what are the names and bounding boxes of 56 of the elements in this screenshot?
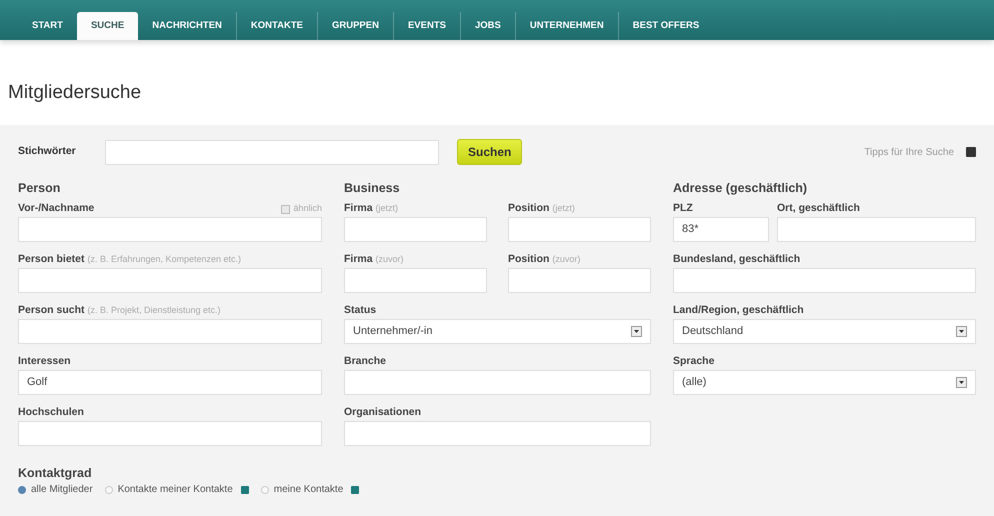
field-label: Person bietet (z. B. Erfahrungen, Kompetenzen etc.) [18,252,242,267]
nav-tab[interactable]: NACHRICHTEN [138,12,236,40]
field-label: Interessen [18,354,71,369]
section-heading: Person [18,180,62,197]
dropdown-field[interactable]: Unternehmer/-in [344,319,651,344]
section-heading: Kontaktgrad [18,465,93,482]
input-field[interactable] [18,217,322,242]
info-icon[interactable] [351,486,360,494]
radio-option[interactable]: Kontakte meiner Kontakte [104,482,249,497]
input-field[interactable] [344,421,651,446]
input-field[interactable]: 83* [673,217,769,242]
nav-tab[interactable]: START [18,12,77,40]
field-label: Sprache [673,354,714,369]
field-label: Position (jetzt) [508,201,575,216]
nav-tab[interactable]: EVENTS [392,12,460,40]
input-field[interactable] [508,268,651,293]
search-button[interactable]: Suchen [457,139,522,165]
input-field[interactable] [18,421,322,446]
field-label: Organisationen [344,405,422,420]
input-field[interactable] [777,217,976,242]
keyword-field[interactable] [105,140,439,164]
section-heading: Adresse (geschäftlich) [673,180,808,197]
input-field[interactable]: Golf [18,370,322,395]
section-heading: Business [344,180,401,197]
field-label: Bundesland, geschäftlich [673,252,800,267]
info-icon[interactable] [240,486,249,494]
input-field[interactable] [344,268,487,293]
nav-tab[interactable]: KONTAKTE [236,12,317,40]
nav-tab[interactable]: SUCHE [76,12,138,40]
field-label: Firma (zuvor) [344,252,404,267]
field-label: Firma (jetzt) [344,201,398,216]
input-field[interactable] [508,217,651,242]
nav-tab[interactable]: GRUPPEN [316,12,393,40]
field-label: Person sucht (z. B. Projekt, Dienstleistung etc.) [18,303,221,318]
field-label: Ort, geschäftlich [777,201,860,216]
dropdown-field[interactable]: Deutschland [673,319,976,344]
nav-tab[interactable]: UNTERNEHMEN [514,12,618,40]
input-field[interactable] [344,217,487,242]
field-label: PLZ [673,201,693,216]
field-label: Hochschulen [18,405,84,420]
radio-option[interactable]: meine Kontakte [260,482,360,497]
field-label: Vor-/Nachname [18,201,94,216]
field-label: Stichwörter [18,144,77,160]
field-label: Land/Region, geschäftlich [673,303,804,318]
radio-option[interactable]: alle Mitglieder [18,482,93,497]
nav-tab[interactable]: BEST OFFERS [618,12,714,40]
field-label: Status [344,303,376,318]
page-title: Mitgliedersuche [8,82,142,105]
field-label: Branche [344,354,386,369]
input-field[interactable] [673,268,976,293]
input-field[interactable] [18,319,322,344]
nav-tab[interactable]: JOBS [460,12,515,40]
dropdown-field[interactable]: (alle) [673,370,976,395]
field-label: Position (zuvor) [508,252,580,267]
input-field[interactable] [18,268,322,293]
input-field[interactable] [344,370,651,395]
